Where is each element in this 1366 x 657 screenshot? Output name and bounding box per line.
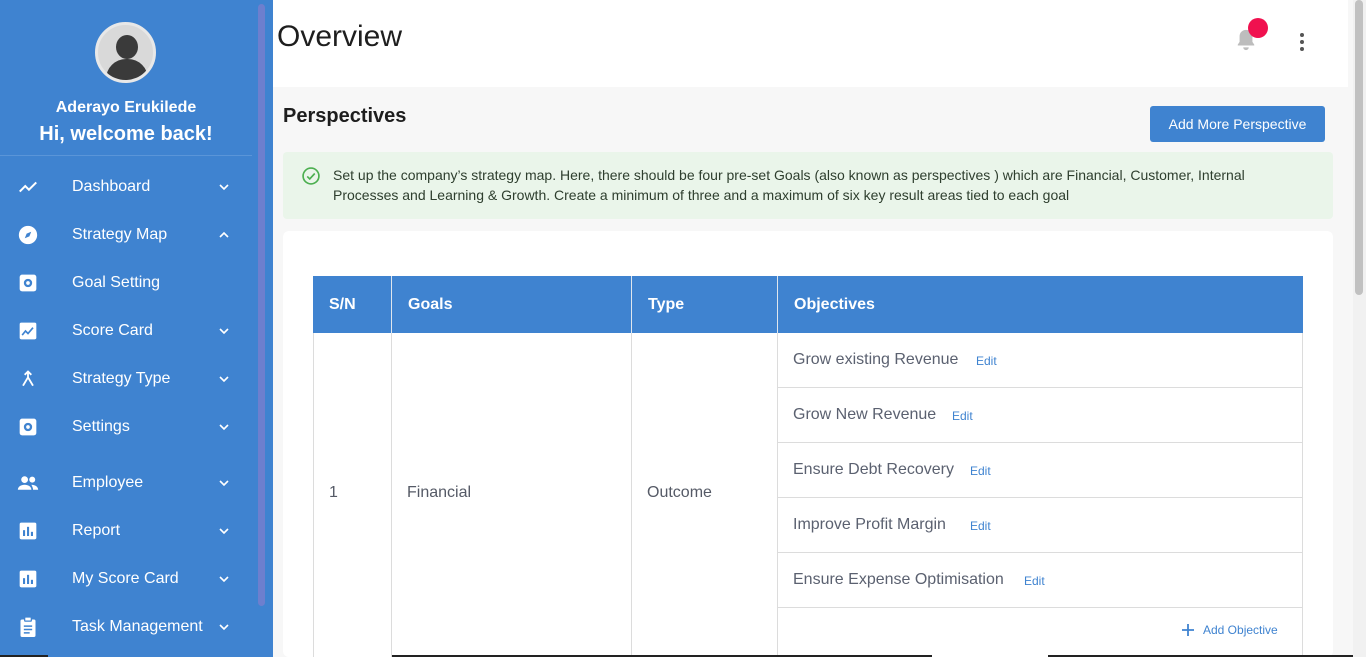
cell-type: Outcome (647, 484, 712, 501)
table-border (391, 333, 392, 657)
objective-label: Improve Profit Margin (793, 516, 946, 533)
sidebar-item-report[interactable]: Report (0, 511, 252, 551)
sidebar-item-label: Report (72, 522, 121, 539)
chevron-up-icon[interactable] (216, 227, 232, 243)
sidebar-item-label: Task Management (72, 618, 203, 635)
sidebar-scrollbar[interactable] (258, 4, 265, 606)
clipboard-icon (17, 616, 39, 638)
add-objective-label: Add Objective (1203, 623, 1278, 637)
people-icon (17, 472, 39, 494)
chart-box-icon (17, 320, 39, 342)
bar-chart-icon (17, 520, 39, 542)
page-title: Overview (277, 20, 403, 53)
profile-section: Aderayo Erukilede Hi, welcome back! (0, 0, 252, 156)
objective-row: Ensure Debt Recovery Edit (778, 443, 1303, 498)
chevron-down-icon[interactable] (216, 371, 232, 387)
merge-icon (17, 368, 39, 390)
objective-label: Ensure Expense Optimisation (793, 571, 1004, 588)
objective-label: Ensure Debt Recovery (793, 461, 954, 478)
chevron-down-icon[interactable] (216, 419, 232, 435)
sidebar-item-my-score-card[interactable]: My Score Card (0, 559, 252, 599)
objective-row: Ensure Expense Optimisation Edit (778, 553, 1303, 608)
avatar[interactable] (95, 22, 156, 83)
welcome-message: Hi, welcome back! (39, 123, 213, 145)
objective-row: Grow existing Revenue Edit (778, 333, 1303, 388)
more-vert-icon[interactable] (1293, 30, 1311, 54)
compass-icon (17, 224, 39, 246)
sidebar-item-employee[interactable]: Employee (0, 463, 252, 503)
user-name: Aderayo Erukilede (55, 99, 197, 116)
add-objective-button[interactable]: Add Objective (1180, 622, 1278, 638)
table-border (631, 333, 632, 657)
bar-chart-icon (17, 568, 39, 590)
chevron-down-icon[interactable] (216, 523, 232, 539)
sidebar: Aderayo Erukilede Hi, welcome back! Dash… (0, 0, 273, 657)
plus-icon (1182, 624, 1194, 636)
add-more-perspective-button[interactable]: Add More Perspective (1150, 106, 1325, 142)
page-scrollbar-thumb[interactable] (1355, 0, 1363, 295)
sidebar-item-label: Employee (72, 474, 144, 491)
objective-row: Improve Profit Margin Edit (778, 498, 1303, 553)
objective-row: Grow New Revenue Edit (778, 388, 1303, 443)
check-circle-icon (302, 167, 320, 185)
objective-label: Grow existing Revenue (793, 351, 959, 368)
chevron-down-icon[interactable] (216, 619, 232, 635)
sidebar-item-label: Dashboard (72, 178, 151, 195)
edit-objective-link[interactable]: Edit (970, 464, 991, 478)
edit-objective-link[interactable]: Edit (952, 409, 973, 423)
sidebar-item-label: My Score Card (72, 570, 179, 587)
sidebar-item-label: Goal Setting (72, 274, 161, 291)
sidebar-item-label: Strategy Map (72, 226, 168, 243)
sidebar-item-label: Score Card (72, 322, 153, 339)
section-title: Perspectives (283, 105, 407, 127)
sidebar-item-goal-setting[interactable]: Goal Setting (0, 263, 252, 303)
sidebar-item-strategy-type[interactable]: Strategy Type (0, 359, 252, 399)
cell-sn: 1 (329, 484, 338, 501)
gear-box-icon (17, 272, 39, 294)
gear-box-icon (17, 416, 39, 438)
edit-objective-link[interactable]: Edit (970, 519, 991, 533)
edit-objective-link[interactable]: Edit (1024, 574, 1045, 588)
cell-goal: Financial (407, 484, 472, 501)
sidebar-item-dashboard[interactable]: Dashboard (0, 167, 252, 207)
sidebar-item-score-card[interactable]: Score Card (0, 311, 252, 351)
objective-label: Grow New Revenue (793, 406, 937, 423)
chevron-down-icon[interactable] (216, 179, 232, 195)
info-alert: Set up the company’s strategy map. Here,… (283, 152, 1333, 219)
sidebar-item-settings[interactable]: Settings (0, 407, 252, 447)
trending-icon (17, 176, 39, 198)
column-header-type: Type (632, 276, 778, 333)
alert-message: Set up the company’s strategy map. Here,… (333, 167, 1245, 203)
sidebar-item-label: Strategy Type (72, 370, 171, 387)
chevron-down-icon[interactable] (216, 323, 232, 339)
column-header-objectives: Objectives (778, 276, 1303, 333)
column-header-goals: Goals (392, 276, 632, 333)
edit-objective-link[interactable]: Edit (976, 354, 997, 368)
chevron-down-icon[interactable] (216, 571, 232, 587)
notification-badge[interactable] (1248, 18, 1268, 38)
top-bar: Overview (273, 0, 1348, 87)
sidebar-item-label: Settings (72, 418, 130, 435)
chevron-down-icon[interactable] (216, 475, 232, 491)
sidebar-item-strategy-map[interactable]: Strategy Map (0, 215, 252, 255)
table-border (313, 333, 314, 657)
column-header-sn: S/N (313, 276, 392, 333)
sidebar-item-task-management[interactable]: Task Management (0, 607, 252, 647)
